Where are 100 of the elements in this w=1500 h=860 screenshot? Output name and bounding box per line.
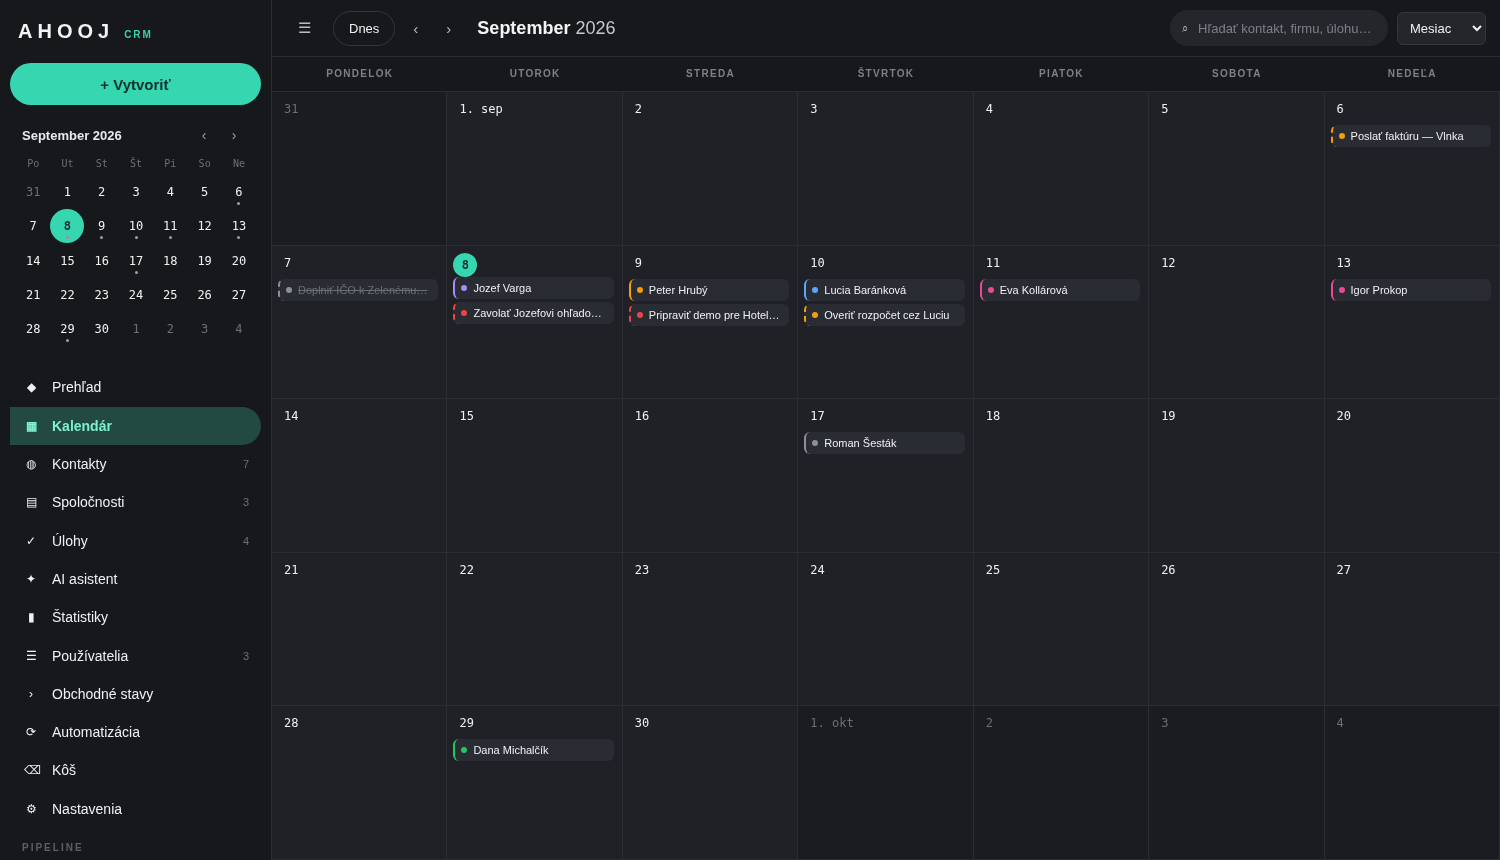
contact-chip[interactable]: Jozef Varga (453, 276, 614, 299)
nav-item[interactable]: › Obchodné stavy (10, 674, 261, 713)
day-cell[interactable]: 10 Lucia Baránková Overiť rozpočet cez Luciu (798, 245, 974, 400)
mini-calendar-day[interactable]: 30 (84, 312, 119, 347)
day-cell[interactable]: 1. okt (798, 706, 974, 860)
mini-calendar-day[interactable]: 1 (50, 175, 85, 210)
mini-calendar-day[interactable]: 4 (221, 312, 256, 347)
mini-calendar-day[interactable]: 5 (187, 175, 222, 210)
mini-calendar-day[interactable]: 13 (221, 209, 256, 244)
mini-calendar-day[interactable]: 4 (153, 175, 188, 210)
task-chip[interactable]: Overiť rozpočet cez Luciu (804, 303, 965, 326)
mini-calendar-day[interactable]: 27 (221, 278, 256, 313)
day-cell[interactable]: 14 (272, 399, 448, 553)
next-month-button[interactable]: › (219, 127, 249, 143)
menu-button[interactable]: ☰ (292, 19, 317, 37)
day-number: 2 (984, 715, 994, 732)
day-cell[interactable]: 26 (1149, 552, 1325, 707)
mini-calendar-day[interactable]: 21 (16, 278, 51, 313)
nav-item[interactable]: ▦ Kalendár (10, 406, 261, 445)
mini-calendar-day[interactable]: 9 (84, 209, 119, 244)
mini-calendar-day[interactable]: 3 (187, 312, 222, 347)
nav-item[interactable]: ⌫ Kôš (10, 751, 261, 790)
mini-calendar-day[interactable]: 7 (16, 209, 51, 244)
day-cell[interactable]: 5 (1149, 92, 1325, 246)
day-number: 19 (1160, 408, 1177, 425)
day-cell[interactable]: 7 Doplniť IČO k Zelenému… (272, 245, 448, 400)
nav-item[interactable]: ✓ Úlohy 4 (10, 521, 261, 560)
next-button[interactable]: › (440, 19, 458, 37)
mini-calendar-day[interactable]: 2 (84, 175, 119, 210)
view-select[interactable]: Mesiac (1397, 11, 1486, 45)
day-cell[interactable]: 20 (1324, 399, 1500, 553)
mini-calendar-day[interactable]: 23 (84, 278, 119, 313)
contact-chip[interactable]: Eva Kollárová (979, 278, 1141, 301)
day-cell[interactable]: 2 (622, 92, 799, 246)
day-cell[interactable]: 24 (798, 552, 974, 707)
day-cell[interactable]: 6 Poslať faktúru — Vlnka (1324, 92, 1500, 246)
day-cell[interactable]: 3 (798, 92, 974, 246)
prev-button[interactable]: ‹ (407, 19, 425, 37)
day-cell[interactable]: 21 (272, 552, 448, 707)
day-cell[interactable]: 1. sep (447, 92, 623, 246)
create-button[interactable]: + Vytvoriť (10, 63, 261, 105)
mini-calendar-day[interactable]: 16 (84, 243, 119, 278)
contact-chip[interactable]: Peter Hrubý (628, 278, 790, 301)
nav-item[interactable]: ◆ Prehľad (10, 368, 261, 407)
day-cell[interactable]: 23 (622, 552, 799, 707)
day-cell[interactable]: 16 (622, 399, 799, 553)
mini-calendar-day[interactable]: 31 (16, 175, 51, 210)
mini-calendar-day[interactable]: 26 (187, 278, 222, 313)
day-cell[interactable]: 4 (973, 92, 1150, 246)
task-chip[interactable]: Pripraviť demo pre Hotel… (628, 303, 790, 326)
day-cell[interactable]: 17 Roman Šesták (798, 399, 974, 553)
day-cell[interactable]: 9 Peter Hrubý Pripraviť demo pre Hotel… (622, 245, 799, 400)
task-chip[interactable]: Poslať faktúru — Vlnka (1330, 125, 1491, 147)
nav-label: Úlohy (52, 532, 89, 549)
nav-item[interactable]: ▤ Spoločnosti 3 (10, 483, 261, 522)
day-cell[interactable]: 29 Dana Michalčík (447, 706, 623, 860)
day-cell[interactable]: 28 (272, 706, 448, 860)
mini-calendar-day[interactable]: 6 (221, 175, 256, 210)
nav-item[interactable]: ✦ AI asistent (10, 559, 261, 598)
mini-calendar-day[interactable]: 2 (153, 312, 188, 347)
mini-calendar-day[interactable]: 28 (16, 312, 51, 347)
contact-chip[interactable]: Lucia Baránková (804, 278, 965, 301)
mini-calendar-day[interactable]: 22 (50, 278, 85, 313)
mini-calendar-day[interactable]: 24 (119, 278, 154, 313)
nav-item[interactable]: ⟳ Automatizácia (10, 713, 261, 752)
mini-calendar-day[interactable]: 12 (187, 209, 222, 244)
day-cell[interactable]: 12 (1149, 245, 1325, 400)
prev-month-button[interactable]: ‹ (189, 127, 219, 143)
mini-calendar-day[interactable]: 1 (119, 312, 154, 347)
mini-calendar-day[interactable]: 10 (119, 209, 154, 244)
task-chip[interactable]: Zavolať Jozefovi ohľado… (453, 301, 614, 324)
mini-calendar-day[interactable]: 14 (16, 243, 51, 278)
nav-item[interactable]: ▮ Štatistiky (10, 598, 261, 637)
day-cell[interactable]: 25 (973, 552, 1150, 707)
mini-calendar-day[interactable]: 11 (153, 209, 188, 244)
mini-calendar-day[interactable]: 3 (119, 175, 154, 210)
contact-chip[interactable]: Roman Šesták (804, 432, 965, 455)
day-cell[interactable]: 22 (447, 552, 623, 707)
mini-calendar-day[interactable]: 20 (221, 243, 256, 278)
day-cell[interactable]: 30 (622, 706, 799, 860)
mini-calendar-day[interactable]: 8 (50, 209, 85, 244)
weekday-label: St (94, 157, 109, 171)
day-cell[interactable]: 15 (447, 399, 623, 553)
day-cell[interactable]: 11 Eva Kollárová (973, 245, 1150, 400)
day-cell[interactable]: 13 Igor Prokop (1324, 245, 1500, 400)
mini-calendar-day[interactable]: 15 (50, 243, 85, 278)
mini-calendar-day[interactable]: 19 (187, 243, 222, 278)
nav-item[interactable]: ◍ Kontakty 7 (10, 445, 261, 484)
nav-item[interactable]: ☰ Používatelia 3 (10, 636, 261, 675)
day-cell[interactable]: 19 (1149, 399, 1325, 553)
contact-chip[interactable]: Dana Michalčík (453, 739, 614, 762)
nav-item[interactable]: ⚙ Nastavenia (10, 789, 261, 828)
day-cell[interactable]: 27 (1324, 552, 1500, 707)
day-cell[interactable]: 8 Jozef Varga Zavolať Jozefovi ohľado… (447, 245, 623, 400)
mini-calendar-day[interactable]: 29 (50, 312, 85, 347)
mini-calendar-day[interactable]: 18 (153, 243, 188, 278)
mini-calendar-day[interactable]: 25 (153, 278, 188, 313)
day-cell[interactable]: 18 (973, 399, 1150, 553)
contact-chip[interactable]: Igor Prokop (1330, 278, 1491, 301)
mini-calendar-day[interactable]: 17 (119, 243, 154, 278)
